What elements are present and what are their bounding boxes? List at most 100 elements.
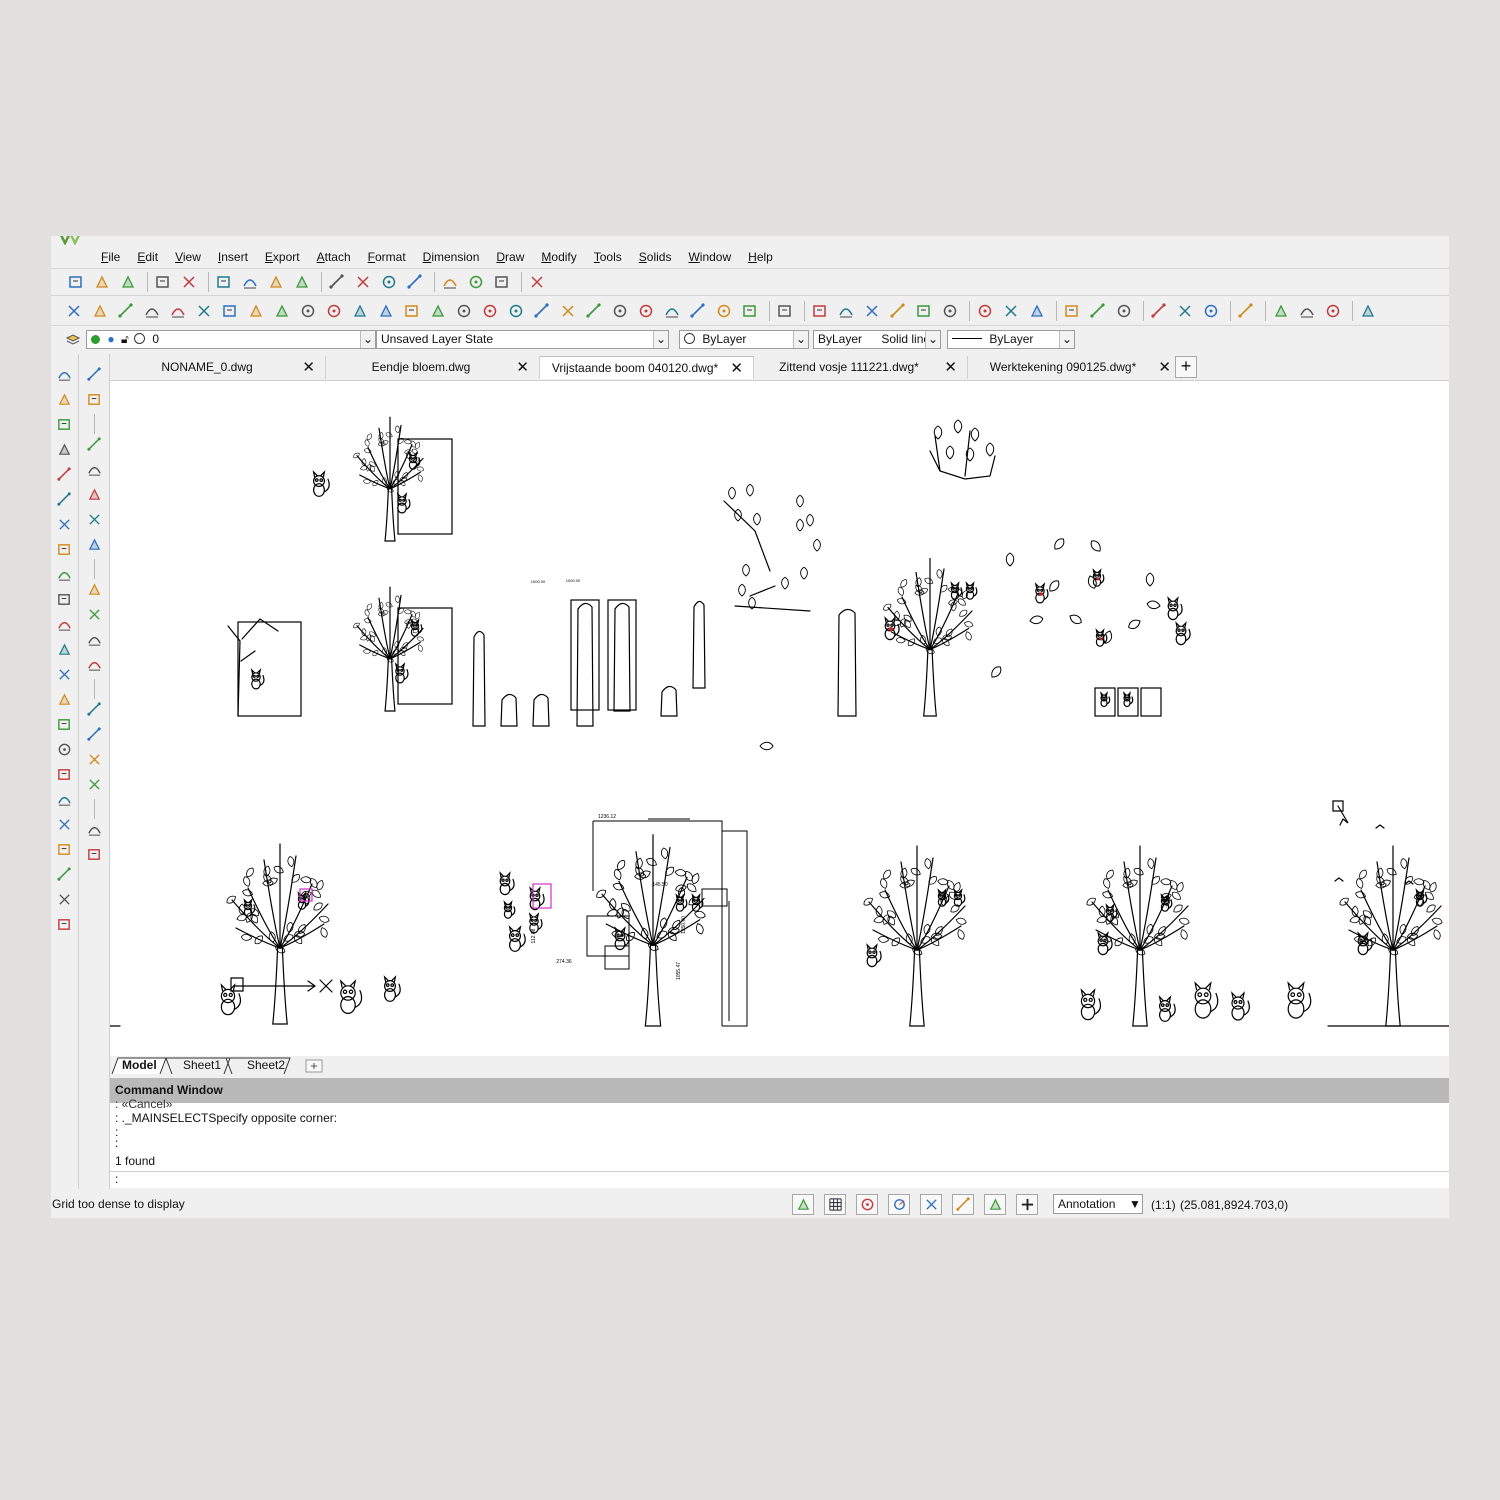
copy-button[interactable] <box>239 271 261 293</box>
snap-toggle[interactable] <box>792 1194 814 1215</box>
break-button[interactable] <box>479 300 501 322</box>
close-icon[interactable]: ✕ <box>1158 356 1171 379</box>
close-icon[interactable]: ✕ <box>730 357 743 380</box>
snap-center-button[interactable] <box>974 300 996 322</box>
redo-dropdown-button[interactable] <box>404 271 426 293</box>
layer-state-select[interactable]: Unsaved Layer State ⌄ <box>376 330 669 349</box>
snap-angle-button[interactable] <box>84 749 106 770</box>
dimension-angular-button[interactable] <box>861 300 883 322</box>
zoom-realtime-button[interactable] <box>465 271 487 293</box>
doc-tab[interactable]: Werktekening 090125.dwg* ✕ <box>968 356 1182 379</box>
chevron-down-icon[interactable]: ⌄ <box>360 331 375 348</box>
close-icon[interactable]: ✕ <box>944 356 957 379</box>
drawing-canvas[interactable]: 1236.12 145.50 1350.00 1055.47 112.08 27… <box>109 381 1449 1056</box>
lineweight-toggle[interactable] <box>984 1194 1006 1215</box>
layer-state-button[interactable] <box>1322 300 1344 322</box>
design-center-button[interactable] <box>526 271 548 293</box>
stretch-button[interactable] <box>349 300 371 322</box>
undo-dropdown-button[interactable] <box>352 271 374 293</box>
chevron-down-icon[interactable]: ⌄ <box>793 331 808 348</box>
snap-extension-button[interactable] <box>84 484 106 505</box>
drawing-order-button[interactable] <box>1357 300 1379 322</box>
snap-parallel-button[interactable] <box>84 724 106 745</box>
edit-block-button[interactable] <box>557 300 579 322</box>
ortho-toggle[interactable] <box>856 1194 878 1215</box>
attribute-button[interactable] <box>1200 300 1222 322</box>
command-input[interactable]: : <box>110 1171 1449 1188</box>
save-button[interactable] <box>117 271 139 293</box>
layer-select[interactable]: ● 🔓︎ 0 ⌄ <box>86 330 376 349</box>
rectangle-button[interactable] <box>54 439 76 460</box>
extend-button[interactable] <box>453 300 475 322</box>
group-button[interactable] <box>661 300 683 322</box>
quick-select-button[interactable] <box>739 300 761 322</box>
menu-attach[interactable]: Attach <box>317 250 351 264</box>
menu-tools[interactable]: Tools <box>594 250 622 264</box>
block-insert-button[interactable] <box>1235 300 1257 322</box>
mtext-button[interactable] <box>54 789 76 810</box>
text-replace-button[interactable] <box>1174 300 1196 322</box>
redo-button[interactable] <box>378 271 400 293</box>
chevron-down-icon[interactable]: ⌄ <box>653 331 668 348</box>
linetype-select[interactable]: ByLayer Solid line ⌄ <box>813 330 941 349</box>
line-button[interactable] <box>54 364 76 385</box>
arc-button[interactable] <box>54 464 76 485</box>
pan-button[interactable] <box>439 271 461 293</box>
copy-multiple-button[interactable] <box>141 300 163 322</box>
cloud-button[interactable] <box>54 864 76 885</box>
snap-center-button[interactable] <box>84 579 106 600</box>
chevron-down-icon[interactable]: ▼ <box>1128 1195 1142 1212</box>
paste-button[interactable] <box>265 271 287 293</box>
snap-clear-button[interactable] <box>84 844 106 865</box>
align-button[interactable] <box>635 300 657 322</box>
doc-tab[interactable]: Eendje bloem.dwg ✕ <box>326 356 540 379</box>
annotation-scale-select[interactable]: Annotation ▼ <box>1053 1194 1143 1214</box>
cut-button[interactable] <box>213 271 235 293</box>
revision-cloud-button[interactable] <box>54 564 76 585</box>
zoom-window-button[interactable] <box>491 271 513 293</box>
block-button[interactable] <box>54 664 76 685</box>
join-button[interactable] <box>505 300 527 322</box>
offset-button[interactable] <box>193 300 215 322</box>
menu-view[interactable]: View <box>175 250 201 264</box>
add-sheet-button[interactable] <box>306 1058 322 1072</box>
leader-button[interactable] <box>1113 300 1135 322</box>
ellipse-button[interactable] <box>54 539 76 560</box>
undo-button[interactable] <box>326 271 348 293</box>
menu-draw[interactable]: Draw <box>496 250 524 264</box>
sheet-tab-model[interactable]: Model <box>122 1058 157 1072</box>
attribute-define-button[interactable] <box>54 914 76 935</box>
menu-solids[interactable]: Solids <box>639 250 672 264</box>
dimension-aligned-button[interactable] <box>835 300 857 322</box>
text-edit-button[interactable] <box>1148 300 1170 322</box>
dimension-baseline-button[interactable] <box>887 300 909 322</box>
wipeout-button[interactable] <box>54 839 76 860</box>
open-folder-button[interactable] <box>91 271 113 293</box>
snap-midpoint-button[interactable] <box>84 389 106 410</box>
select-similar-button[interactable] <box>713 300 735 322</box>
close-icon[interactable]: ✕ <box>302 356 315 379</box>
polyline-button[interactable] <box>54 489 76 510</box>
chevron-down-icon[interactable]: ⌄ <box>925 331 940 348</box>
erase-button[interactable] <box>63 300 85 322</box>
region-button[interactable] <box>54 739 76 760</box>
grid-toggle[interactable] <box>824 1194 846 1215</box>
menu-window[interactable]: Window <box>688 250 731 264</box>
table-button[interactable] <box>54 814 76 835</box>
lineweight-select[interactable]: ByLayer ⌄ <box>947 330 1075 349</box>
dimension-ordinate-button[interactable] <box>939 300 961 322</box>
snap-apparent-button[interactable] <box>84 459 106 480</box>
snap-none-button[interactable] <box>84 774 106 795</box>
spline-button[interactable] <box>54 614 76 635</box>
menu-help[interactable]: Help <box>748 250 773 264</box>
boundary-button[interactable] <box>54 889 76 910</box>
snap-insertion-button[interactable] <box>84 699 106 720</box>
print-button[interactable] <box>152 271 174 293</box>
snap-quadrant-button[interactable] <box>84 629 106 650</box>
explode-button[interactable] <box>531 300 553 322</box>
snap-perpendicular-button[interactable] <box>84 509 106 530</box>
new-file-button[interactable] <box>65 271 87 293</box>
donut-button[interactable] <box>54 514 76 535</box>
layer-manager-button[interactable] <box>1296 300 1318 322</box>
sheet-tab-sheet2[interactable]: Sheet2 <box>247 1058 285 1072</box>
